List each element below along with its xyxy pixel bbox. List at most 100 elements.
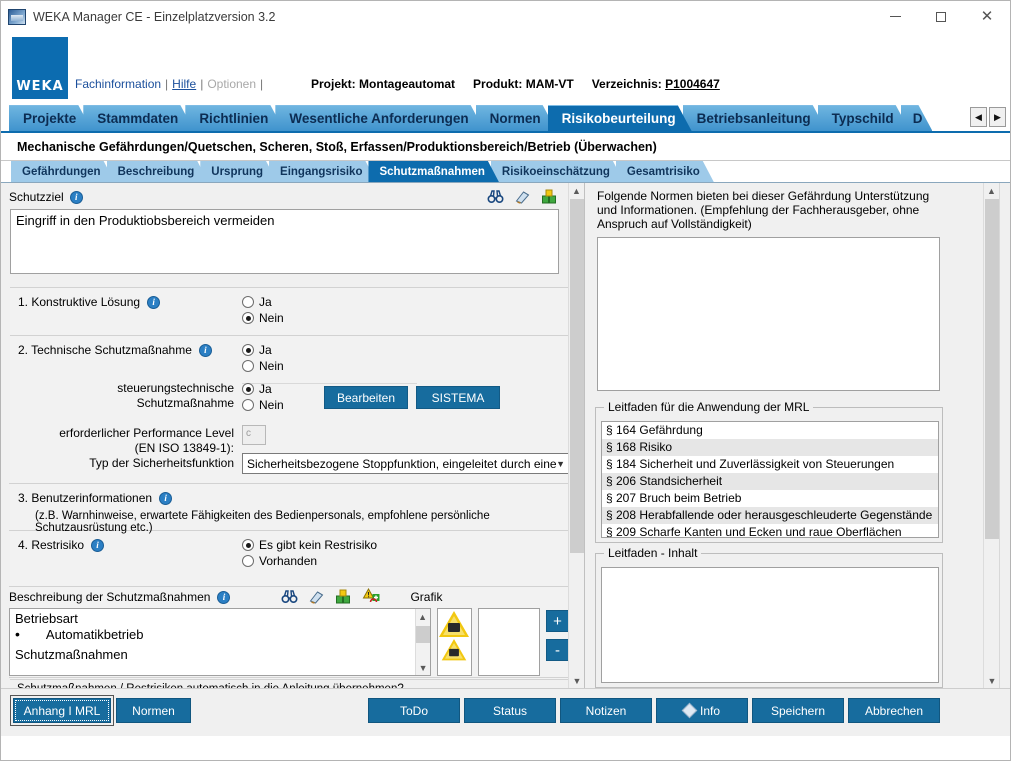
section-benutzerinformationen: 3. Benutzerinformationen i (z.B. Warnhin… xyxy=(9,483,568,534)
building-blocks-icon[interactable] xyxy=(541,189,558,205)
tab-stammdaten[interactable]: Stammdaten xyxy=(83,105,194,131)
close-button[interactable]: ✕ xyxy=(964,1,1010,33)
scroll-thumb[interactable] xyxy=(985,199,999,539)
tab-wesentliche-anforderungen[interactable]: Wesentliche Anforderungen xyxy=(275,105,484,131)
sicherheitsfunktion-dropdown[interactable]: Sicherheitsbezogene Stoppfunktion, einge… xyxy=(242,453,570,474)
product-label: Produkt: xyxy=(473,77,523,91)
info-icon[interactable]: i xyxy=(217,590,231,604)
tab-scroll-right-icon[interactable]: ▶ xyxy=(989,107,1006,127)
scroll-down-icon[interactable]: ▼ xyxy=(416,660,430,675)
grafik-preview[interactable] xyxy=(478,608,540,676)
directory-group: Verzeichnis: P1004647 xyxy=(592,77,720,91)
radio-kein-restrisiko[interactable]: Es gibt kein Restrisiko xyxy=(242,538,377,552)
performance-level-field[interactable]: c xyxy=(242,425,266,445)
scroll-thumb[interactable] xyxy=(415,626,430,643)
transfer-question-row[interactable]: Schutzmaßnahmen / Restrisiken automatisc… xyxy=(9,677,569,688)
list-item: Betriebsart xyxy=(15,611,78,626)
scroll-up-icon[interactable]: ▲ xyxy=(416,609,430,624)
radio-konstruktive-nein[interactable]: Nein xyxy=(242,311,284,325)
grafik-thumbnail-list[interactable] xyxy=(436,608,473,676)
info-icon[interactable]: i xyxy=(147,295,161,309)
scroll-up-icon[interactable]: ▲ xyxy=(984,183,999,198)
scroll-up-icon[interactable]: ▲ xyxy=(569,183,584,198)
normen-listbox[interactable] xyxy=(597,237,940,391)
scroll-thumb[interactable] xyxy=(570,199,584,553)
maximize-button[interactable] xyxy=(918,1,964,33)
binoculars-search-icon[interactable] xyxy=(281,589,298,605)
list-item[interactable]: § 209 Scharfe Kanten und Ecken und raue … xyxy=(602,524,938,537)
notizen-button[interactable]: Notizen xyxy=(560,698,652,723)
tab-betriebsanleitung[interactable]: Betriebsanleitung xyxy=(683,105,827,131)
radio-technische-ja[interactable]: Ja xyxy=(242,343,284,357)
beschreibung-scrollbar[interactable]: ▲ ▼ xyxy=(414,609,430,675)
sistema-button[interactable]: SISTEMA xyxy=(416,386,500,409)
tab-risikobeurteilung[interactable]: Risikobeurteilung xyxy=(548,105,692,131)
list-item[interactable]: § 207 Bruch beim Betrieb xyxy=(602,490,938,507)
status-button[interactable]: Status xyxy=(464,698,556,723)
link-fachinformation[interactable]: Fachinformation xyxy=(75,77,161,91)
list-item[interactable]: § 206 Standsicherheit xyxy=(602,473,938,490)
add-grafik-button[interactable]: + xyxy=(546,610,569,632)
tab-richtlinien[interactable]: Richtlinien xyxy=(185,105,284,131)
minimize-button[interactable] xyxy=(872,1,918,33)
remove-grafik-button[interactable]: - xyxy=(546,639,569,661)
radio-steuerungstechnische-nein[interactable]: Nein xyxy=(242,398,284,412)
tab-d[interactable]: D xyxy=(901,105,933,131)
abbrechen-button[interactable]: Abbrechen xyxy=(848,698,940,723)
warning-triangle-hand-crush-icon[interactable] xyxy=(439,611,470,638)
leitfaden-listbox[interactable]: § 164 Gefährdung § 168 Risiko § 184 Sich… xyxy=(601,421,939,538)
radio-vorhanden[interactable]: Vorhanden xyxy=(242,554,377,568)
bearbeiten-button[interactable]: Bearbeiten xyxy=(324,386,408,409)
tab-typschild[interactable]: Typschild xyxy=(818,105,910,131)
normen-button[interactable]: Normen xyxy=(116,698,191,723)
subtab-risikoeinschaetzung[interactable]: Risikoeinschätzung xyxy=(491,161,624,182)
eraser-icon[interactable] xyxy=(514,189,531,205)
beschreibung-label: Beschreibung der Schutzmaßnahmen xyxy=(9,590,211,604)
subtab-gesamtrisiko[interactable]: Gesamtrisiko xyxy=(616,161,714,182)
directory-value[interactable]: P1004647 xyxy=(665,77,720,91)
tab-projekte[interactable]: Projekte xyxy=(9,105,92,131)
add-warning-sign-icon[interactable] xyxy=(362,588,381,606)
speichern-button[interactable]: Speichern xyxy=(752,698,844,723)
subtab-eingangsrisiko[interactable]: Eingangsrisiko xyxy=(269,161,376,182)
radio-label: Nein xyxy=(259,398,284,412)
directory-label: Verzeichnis: xyxy=(591,77,662,91)
binoculars-search-icon[interactable] xyxy=(487,189,504,205)
subtab-gefaehrdungen[interactable]: Gefährdungen xyxy=(11,161,115,182)
beschreibung-listbox[interactable]: Betriebsart • Automatikbetrieb Schutzmaßn… xyxy=(9,608,431,676)
brand-header: WEKA Fachinformation | Hilfe | Optionen | Pro… xyxy=(1,33,1010,105)
leitfaden-legend: Leitfaden für die Anwendung der MRL xyxy=(604,400,814,414)
list-item[interactable]: § 208 Herabfallende oder herausgeschleud… xyxy=(602,507,938,524)
left-pane-scrollbar[interactable]: ▲ ▼ xyxy=(568,183,584,688)
radio-technische-nein[interactable]: Nein xyxy=(242,359,284,373)
subtab-schutzmassnahmen[interactable]: Schutzmaßnahmen xyxy=(368,161,498,182)
schutzziel-textarea[interactable]: Eingriff in den Produktiobsbereich verme… xyxy=(10,209,559,274)
info-icon[interactable]: i xyxy=(69,190,83,204)
info-icon[interactable]: i xyxy=(91,538,105,552)
radio-konstruktive-ja[interactable]: Ja xyxy=(242,295,284,309)
list-item[interactable]: § 184 Sicherheit und Zuverlässigkeit von… xyxy=(602,456,938,473)
outer-scroll-gutter xyxy=(999,183,1010,688)
tab-normen[interactable]: Normen xyxy=(476,105,557,131)
footer-toolbar: Anhang I MRL Normen ToDo Status Notizen … xyxy=(1,688,1010,736)
building-blocks-icon[interactable] xyxy=(335,589,352,605)
tab-scroll-left-icon[interactable]: ◀ xyxy=(970,107,987,127)
info-icon[interactable]: i xyxy=(198,343,212,357)
warning-triangle-machine-icon[interactable] xyxy=(442,639,467,661)
anhang-i-mrl-button[interactable]: Anhang I MRL xyxy=(13,698,111,723)
info-icon[interactable]: i xyxy=(159,491,173,505)
scroll-down-icon[interactable]: ▼ xyxy=(984,673,1000,688)
list-item[interactable]: § 168 Risiko xyxy=(602,439,938,456)
inhalt-textarea[interactable] xyxy=(601,567,939,683)
right-pane-scrollbar[interactable]: ▲ ▼ xyxy=(983,183,999,688)
subtab-beschreibung[interactable]: Beschreibung xyxy=(107,161,209,182)
link-hilfe[interactable]: Hilfe xyxy=(172,77,196,91)
list-item[interactable]: § 164 Gefährdung xyxy=(602,422,938,439)
subtab-ursprung[interactable]: Ursprung xyxy=(200,161,277,182)
radio-steuerungstechnische-ja[interactable]: Ja xyxy=(242,382,284,396)
schutzziel-value: Eingriff in den Produktiobsbereich verme… xyxy=(16,213,275,228)
todo-button[interactable]: ToDo xyxy=(368,698,460,723)
info-button[interactable]: Info xyxy=(656,698,748,723)
eraser-icon[interactable] xyxy=(308,589,325,605)
scroll-down-icon[interactable]: ▼ xyxy=(569,673,584,688)
